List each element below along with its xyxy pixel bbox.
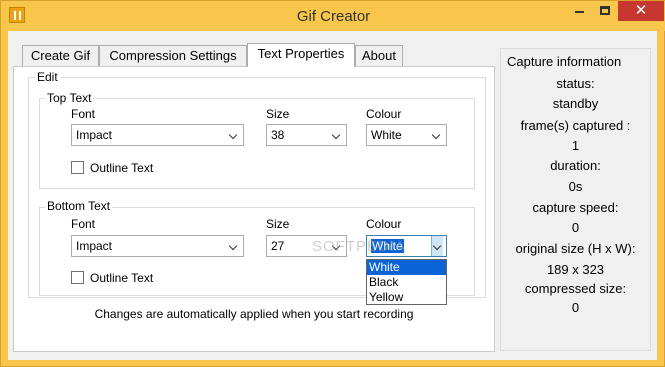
chevron-down-icon xyxy=(331,125,343,145)
close-icon: ✕ xyxy=(634,2,648,19)
status-label: status: xyxy=(556,76,595,91)
top-font-select[interactable]: Impact xyxy=(71,124,244,146)
bottom-size-value: 27 xyxy=(271,239,285,253)
compressed-size-label: compressed size: xyxy=(524,281,627,296)
bottom-font-label: Font xyxy=(71,217,96,231)
tab-create-gif[interactable]: Create Gif xyxy=(22,45,99,67)
top-colour-label: Colour xyxy=(366,107,402,121)
chevron-down-icon xyxy=(228,125,240,145)
maximize-button[interactable] xyxy=(592,1,618,21)
frames-label: frame(s) captured : xyxy=(520,118,631,133)
close-button[interactable]: ✕ xyxy=(618,1,664,21)
dropdown-option-white[interactable]: White xyxy=(367,260,446,275)
bottom-font-select[interactable]: Impact xyxy=(71,235,244,257)
tab-compression-settings[interactable]: Compression Settings xyxy=(99,45,247,67)
top-font-value: Impact xyxy=(76,128,113,142)
tab-about[interactable]: About xyxy=(355,45,403,67)
bottom-outline-label[interactable]: Outline Text xyxy=(90,271,153,285)
dropdown-option-black[interactable]: Black xyxy=(367,275,446,290)
top-colour-value: White xyxy=(371,128,402,142)
chevron-down-icon xyxy=(228,236,240,256)
bottom-size-label: Size xyxy=(266,217,290,231)
top-text-group-label: Top Text xyxy=(45,91,94,105)
bottom-colour-select[interactable]: White xyxy=(366,235,447,257)
minimize-icon xyxy=(575,11,584,13)
bottom-text-group-label: Bottom Text xyxy=(45,199,113,213)
original-size-value: 189 x 323 xyxy=(546,262,605,277)
capture-speed-value: 0 xyxy=(571,220,580,235)
bottom-outline-checkbox[interactable] xyxy=(71,271,84,284)
original-size-label: original size (H x W): xyxy=(515,241,636,256)
bottom-colour-label: Colour xyxy=(366,217,402,231)
minimize-button[interactable] xyxy=(566,1,592,21)
tab-label: Create Gif xyxy=(30,48,91,63)
bottom-font-value: Impact xyxy=(76,239,113,253)
duration-label: duration: xyxy=(550,158,601,173)
maximize-icon xyxy=(600,6,610,15)
edit-group-label: Edit xyxy=(35,70,60,84)
tab-text-properties[interactable]: Text Properties xyxy=(247,43,355,67)
dropdown-option-yellow[interactable]: Yellow xyxy=(367,290,446,305)
top-outline-checkbox[interactable] xyxy=(71,161,84,174)
status-value: standby xyxy=(552,96,599,111)
title-bar[interactable]: Gif Creator ✕ xyxy=(1,1,665,31)
top-outline-label[interactable]: Outline Text xyxy=(90,161,153,175)
top-size-value: 38 xyxy=(271,128,285,142)
bottom-colour-dropdown-list: White Black Yellow xyxy=(366,259,447,305)
duration-value: 0s xyxy=(568,179,583,194)
chevron-down-icon xyxy=(431,125,443,145)
bottom-size-select[interactable]: 27 xyxy=(266,235,347,257)
chevron-down-icon xyxy=(331,236,343,256)
top-size-select[interactable]: 38 xyxy=(266,124,347,146)
compressed-size-value: 0 xyxy=(571,300,580,315)
tab-label: Compression Settings xyxy=(109,48,237,63)
top-size-label: Size xyxy=(266,107,290,121)
frames-value: 1 xyxy=(571,138,580,153)
bottom-colour-value: White xyxy=(371,239,404,253)
tab-label: About xyxy=(362,48,396,63)
top-font-label: Font xyxy=(71,107,96,121)
capture-info-title: Capture information xyxy=(506,54,623,69)
capture-speed-label: capture speed: xyxy=(532,200,619,215)
top-colour-select[interactable]: White xyxy=(366,124,447,146)
chevron-down-icon xyxy=(431,236,443,256)
auto-apply-note: Changes are automatically applied when y… xyxy=(94,307,414,321)
tab-label: Text Properties xyxy=(257,46,345,61)
